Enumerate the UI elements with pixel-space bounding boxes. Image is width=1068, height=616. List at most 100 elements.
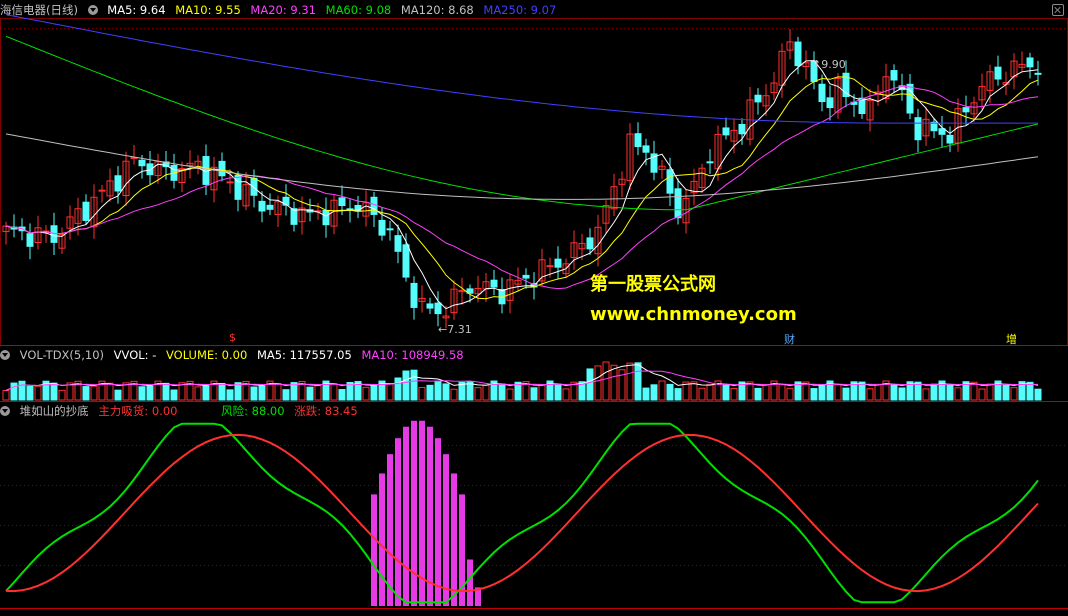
candle-body	[522, 274, 530, 279]
accumulate-bar	[379, 473, 385, 606]
candle-body	[738, 123, 746, 135]
vol-vvol: VVOL: -	[113, 348, 157, 362]
candle-body	[266, 204, 274, 210]
candle-body	[290, 208, 298, 225]
volume-bar	[394, 377, 402, 401]
accumulate-bar	[443, 454, 449, 606]
candle-body	[114, 175, 122, 192]
volume-bar	[554, 383, 562, 401]
volume-bar	[610, 364, 618, 401]
candle-body	[962, 107, 970, 113]
candle-body	[674, 188, 682, 219]
volume-bar	[170, 389, 178, 401]
marker-cai[interactable]: 财	[784, 331, 795, 347]
marker-zeng[interactable]: 增	[1006, 331, 1017, 347]
candle-body	[26, 233, 34, 247]
ind-accumulate: 主力吸货: 0.00	[98, 404, 178, 418]
volume-bar	[930, 383, 938, 401]
accumulate-bar	[403, 426, 409, 606]
candle-body	[890, 70, 898, 81]
accumulate-bar	[451, 473, 457, 606]
candle-body	[234, 174, 242, 200]
candle-body	[434, 302, 442, 315]
volume-bar	[818, 383, 826, 401]
low-annotation: ←7.31	[438, 323, 472, 336]
volume-bar	[690, 381, 698, 401]
candle-body	[82, 201, 90, 221]
ind-change: 涨跌: 83.45	[294, 404, 358, 418]
watermark-url: www.chnmoney.com	[590, 304, 797, 325]
chart-canvas[interactable]	[0, 0, 1068, 616]
volume-bar	[890, 384, 898, 401]
indicator-legend: 堆如山的抄底 主力吸货: 0.00 风险: 88.00 涨跌: 83.45	[0, 403, 364, 419]
volume-bar	[674, 388, 682, 401]
volume-bar	[58, 389, 66, 401]
dropdown-icon[interactable]	[87, 5, 98, 15]
volume-bar	[162, 382, 170, 401]
vol-ma5: MA5: 117557.05	[256, 348, 352, 362]
volume-bar	[114, 389, 122, 401]
ma20-line	[5, 85, 1039, 290]
volume-bar	[82, 386, 90, 401]
volume-bar	[26, 385, 34, 401]
volume-bar	[370, 384, 378, 401]
volume-bar	[50, 382, 58, 401]
volume-bar	[250, 386, 258, 401]
volume-bar	[34, 385, 42, 401]
volume-bar	[1034, 388, 1042, 401]
accumulate-bar	[395, 438, 401, 606]
volume-bar	[362, 386, 370, 401]
volume-bar	[626, 362, 634, 401]
volume-bar	[482, 384, 490, 401]
legend-ma10: MA10: 9.55	[175, 3, 241, 17]
dropdown-icon[interactable]	[0, 406, 10, 416]
volume-bar	[874, 383, 882, 401]
candle-body	[346, 208, 354, 211]
volume-bar	[122, 382, 130, 401]
volume-bar	[642, 387, 650, 401]
volume-bar	[282, 389, 290, 401]
volume-bar	[594, 365, 602, 401]
candle-body	[914, 117, 922, 141]
candle-body	[722, 127, 730, 136]
candle-body	[666, 169, 674, 194]
candle-body	[370, 196, 378, 215]
candle-body	[322, 209, 330, 226]
candle-body	[546, 265, 554, 268]
candle-body	[754, 94, 762, 103]
volume-bar	[1010, 387, 1018, 401]
volume-bar	[562, 388, 570, 401]
candle-body	[1034, 72, 1042, 75]
accumulate-bar	[435, 438, 441, 606]
volume-bar	[218, 382, 226, 401]
accumulate-bar	[371, 494, 377, 606]
volume-bar	[314, 385, 322, 401]
ind-risk: 风险: 88.00	[221, 404, 285, 418]
ma250-line	[5, 14, 1038, 124]
marker-dollar[interactable]: $	[229, 331, 236, 344]
volume-bar	[658, 380, 666, 401]
candle-body	[250, 177, 258, 196]
dropdown-icon[interactable]	[0, 350, 10, 360]
candle-body	[50, 225, 58, 243]
volume-bar	[722, 384, 730, 401]
candle-body	[218, 160, 226, 177]
candle-body	[226, 181, 234, 184]
candle-body	[706, 161, 714, 164]
close-icon[interactable]	[1052, 4, 1064, 16]
candle-body	[994, 66, 1002, 80]
volume-bar	[898, 387, 906, 401]
volume-bar	[978, 388, 986, 401]
volume-legend: VOL-TDX(5,10) VVOL: - VOLUME: 0.00 MA5: …	[0, 347, 470, 363]
candle-body	[794, 41, 802, 67]
volume-bar	[986, 383, 994, 401]
volume-bar	[730, 387, 738, 401]
volume-bar	[530, 387, 538, 401]
candle-body	[394, 235, 402, 252]
candle-body	[634, 133, 642, 148]
volume-bar	[386, 383, 394, 401]
high-value: 9.90	[821, 58, 846, 71]
volume-bar	[202, 385, 210, 401]
ind-title: 堆如山的抄底	[19, 404, 89, 418]
legend-ma20: MA20: 9.31	[250, 3, 316, 17]
